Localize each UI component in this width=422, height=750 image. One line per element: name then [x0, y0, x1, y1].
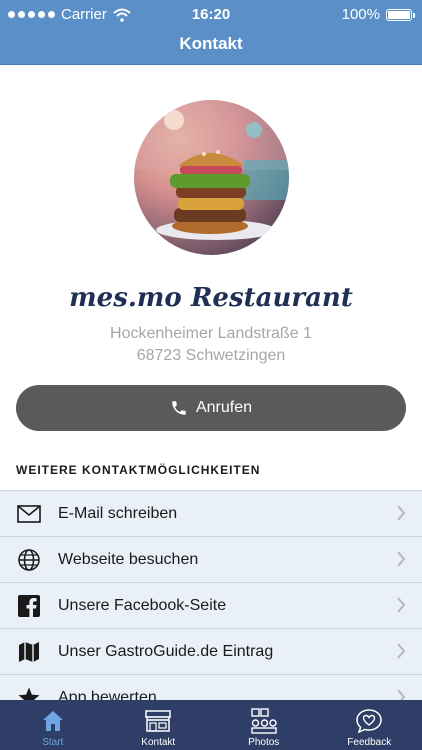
tab-start[interactable]: Start: [0, 700, 106, 750]
call-button[interactable]: Anrufen: [16, 385, 406, 431]
phone-icon: [172, 401, 186, 415]
tab-bar: Start Kontakt Photos Feedback: [0, 700, 422, 750]
contact-option-gastroguide[interactable]: Unser GastroGuide.de Eintrag: [0, 629, 422, 675]
chevron-right-icon: [397, 551, 406, 567]
tab-label: Photos: [248, 737, 280, 748]
chevron-right-icon: [397, 689, 406, 700]
contact-option-facebook[interactable]: Unsere Facebook-Seite: [0, 583, 422, 629]
tab-feedback[interactable]: Feedback: [317, 700, 422, 750]
contact-options-list: E-Mail schreiben Webseite besuchen Unser…: [0, 490, 422, 700]
contact-option-rate-app[interactable]: App bewerten: [0, 675, 422, 700]
status-bar: Carrier 16:20 100%: [0, 0, 422, 30]
chevron-right-icon: [397, 643, 406, 659]
tab-label: Feedback: [347, 737, 392, 748]
storefront-icon: [144, 707, 172, 735]
burger-photo: [134, 100, 289, 240]
globe-icon: [16, 547, 42, 573]
contact-option-label: Webseite besuchen: [58, 550, 199, 568]
map-icon: [16, 639, 42, 665]
photos-icon: [250, 707, 278, 735]
restaurant-avatar: [134, 100, 289, 255]
home-icon: [39, 707, 67, 735]
navigation-bar: Kontakt: [0, 30, 422, 65]
tab-kontakt[interactable]: Kontakt: [106, 700, 212, 750]
contact-option-label: Unsere Facebook-Seite: [58, 596, 227, 614]
address-city: 68723 Schwetzingen: [136, 347, 286, 364]
contact-option-website[interactable]: Webseite besuchen: [0, 537, 422, 583]
contact-option-label: E-Mail schreiben: [58, 504, 178, 522]
restaurant-name: mes.mo Restaurant: [69, 283, 353, 313]
star-icon: [16, 685, 42, 700]
battery-percent: 100%: [341, 6, 380, 23]
heart-bubble-icon: [355, 707, 383, 735]
contact-option-label: App bewerten: [58, 688, 157, 701]
envelope-icon: [16, 501, 42, 527]
facebook-icon: [16, 593, 42, 619]
battery-icon: [386, 8, 415, 21]
address-street: Hockenheimer Landstraße 1: [110, 325, 312, 342]
tab-photos[interactable]: Photos: [211, 700, 317, 750]
chevron-right-icon: [397, 597, 406, 613]
section-title: WEITERE KONTAKTMÖGLICHKEITEN: [16, 463, 261, 477]
tab-label: Start: [42, 737, 64, 748]
tab-label: Kontakt: [141, 737, 176, 748]
page-title: Kontakt: [179, 34, 243, 53]
chevron-right-icon: [397, 505, 406, 521]
contact-option-label: Unser GastroGuide.de Eintrag: [58, 642, 274, 660]
contact-option-email[interactable]: E-Mail schreiben: [0, 491, 422, 537]
call-button-label: Anrufen: [195, 399, 253, 416]
